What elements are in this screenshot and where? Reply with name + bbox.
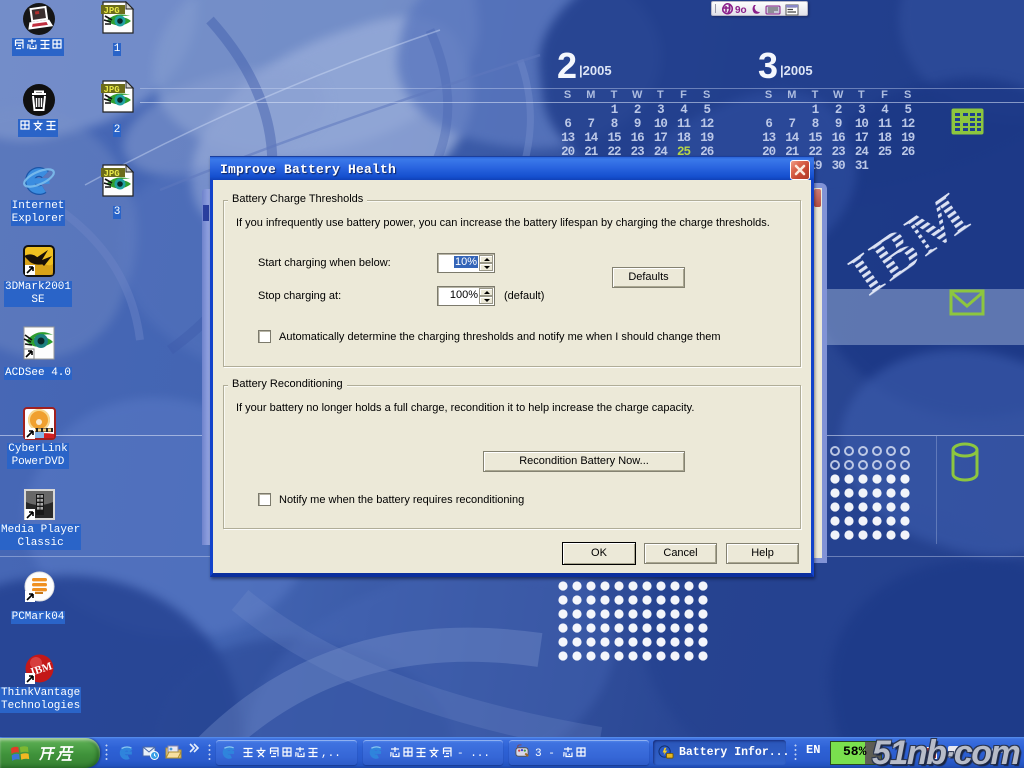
svg-text:IBM: IBM <box>837 179 982 302</box>
svg-text:,...: ,... <box>321 748 342 759</box>
svg-text:- ...: - ... <box>457 748 490 759</box>
svg-text:3 -: 3 - <box>535 748 555 759</box>
svg-text:9o: 9o <box>735 5 747 16</box>
